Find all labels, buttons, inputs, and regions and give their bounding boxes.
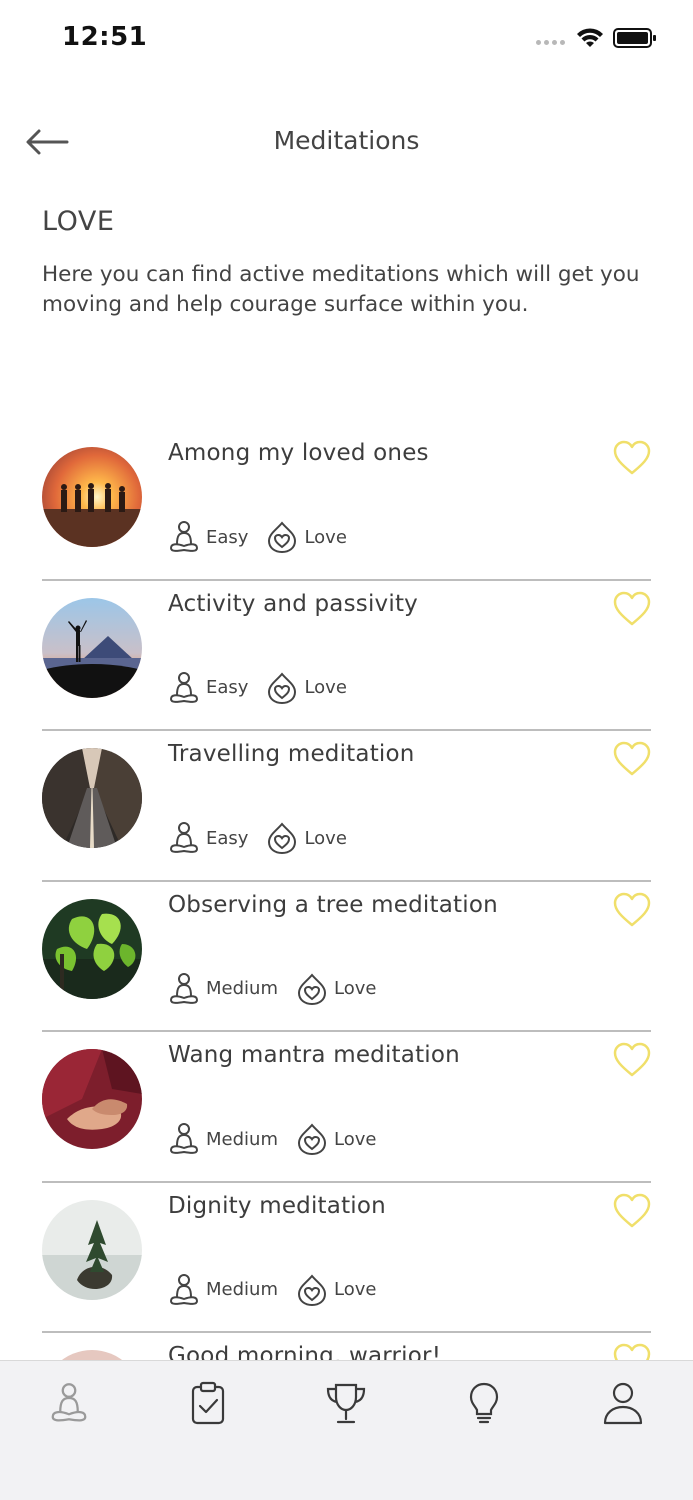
heart-icon[interactable] [613,1193,651,1229]
heart-icon[interactable] [613,892,651,928]
nav-header: Meditations [0,110,693,174]
difficulty-meditator-icon [170,1273,198,1305]
meditation-list-item[interactable]: Wang mantra meditation Medium Love [42,1032,651,1183]
tab-profile[interactable] [597,1377,649,1429]
meditation-list-item[interactable]: Activity and passivity Easy Love [42,581,651,731]
meditation-title: Activity and passivity [168,590,418,617]
category-label: Love [304,677,347,698]
heart-icon[interactable] [613,1042,651,1078]
meditation-list-item[interactable]: Among my loved ones Easy Love [42,430,651,581]
love-category-icon [268,521,297,554]
category-label: Love [333,1279,377,1300]
profile-icon [603,1382,643,1425]
tab-meditations[interactable] [43,1377,95,1429]
meditation-title: Observing a tree meditation [168,891,498,918]
meditation-list[interactable]: Among my loved ones Easy Love Activity a… [0,430,693,1360]
tab-tasks[interactable] [182,1377,234,1429]
meditation-thumbnail [42,447,142,547]
love-category-icon [297,1273,326,1306]
difficulty-label: Easy [206,827,249,849]
status-time: 12:51 [62,22,148,52]
meditation-title: Good morning, warrior! [168,1343,442,1360]
clipboard-check-icon [191,1381,225,1425]
page-title: Meditations [273,126,420,155]
difficulty-meditator-icon [170,1123,198,1154]
heart-icon[interactable] [613,591,651,627]
love-category-icon [297,1123,326,1156]
meditation-thumbnail [42,597,142,698]
love-category-icon [297,972,326,1005]
meditation-list-item[interactable]: Dignity meditation Medium Love [42,1183,651,1333]
heart-icon[interactable] [613,741,651,777]
bottom-tab-bar [0,1360,693,1500]
meditation-meta: Medium Love [168,972,394,1006]
lightbulb-icon [469,1382,499,1424]
meditation-thumbnail [42,1199,142,1300]
difficulty-label: Medium [206,978,278,999]
heart-icon[interactable] [613,440,651,476]
category-label: Love [304,526,347,548]
difficulty-meditator-icon [170,521,198,552]
meditation-meta: Medium Love [168,1273,394,1307]
meditation-thumbnail [42,1049,142,1149]
meditation-title: Among my loved ones [168,440,429,466]
tab-tips[interactable] [458,1377,510,1429]
category-label: Love [333,978,377,999]
wifi-icon [577,28,603,47]
meditation-thumbnail [42,1350,142,1360]
cellular-signal-icon [536,40,565,45]
difficulty-label: Medium [206,1128,278,1150]
meditation-title: Dignity meditation [168,1192,386,1219]
category-title: LOVE [42,206,115,237]
category-description: Here you can find active meditations whi… [42,262,640,317]
meditation-meta: Easy Love [168,821,365,855]
love-category-icon [268,822,297,855]
meditation-icon [51,1383,87,1422]
meditation-title: Travelling meditation [168,741,415,767]
difficulty-meditator-icon [170,972,198,1004]
meditation-thumbnail [42,898,142,999]
meditation-meta: Easy Love [168,671,365,705]
category-label: Love [304,827,347,849]
difficulty-meditator-icon [170,822,198,853]
status-bar: 12:51 [0,0,693,80]
meditation-meta: Easy Love [168,520,365,554]
meditation-list-item[interactable]: Good morning, warrior! [42,1333,651,1360]
meditation-meta: Medium Love [168,1122,394,1156]
tab-achievements[interactable] [320,1377,372,1429]
difficulty-label: Easy [206,526,249,548]
meditation-list-item[interactable]: Observing a tree meditation Medium Love [42,882,651,1032]
category-label: Love [333,1128,377,1150]
love-category-icon [268,671,297,704]
meditation-list-item[interactable]: Travelling meditation Easy Love [42,731,651,882]
difficulty-label: Medium [206,1279,278,1300]
meditation-thumbnail [42,748,142,848]
heart-icon[interactable] [613,1343,651,1360]
difficulty-meditator-icon [170,671,198,703]
trophy-icon [326,1383,366,1424]
meditation-title: Wang mantra meditation [168,1042,460,1068]
battery-icon [613,28,656,48]
difficulty-label: Easy [206,677,249,698]
